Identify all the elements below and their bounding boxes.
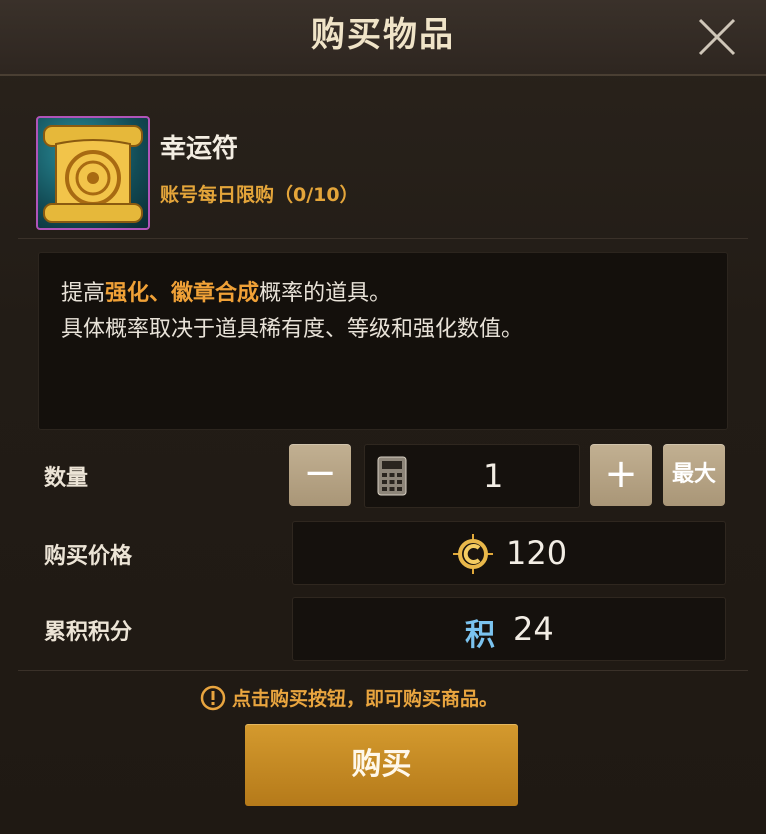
purchase-limit: 账号每日限购（0/10）	[160, 184, 359, 206]
decrease-quantity-button[interactable]: −	[289, 444, 351, 506]
description-highlight: 徽章合成	[171, 281, 260, 306]
plus-icon: +	[604, 451, 638, 497]
divider	[18, 670, 748, 671]
price-value: 120	[506, 534, 568, 572]
minus-icon: −	[303, 450, 337, 496]
price-display: 120	[292, 521, 726, 585]
item-name: 幸运符	[160, 134, 239, 164]
buy-button-label: 购买	[351, 747, 412, 782]
buy-button[interactable]: 购买	[245, 724, 518, 806]
points-icon: 积	[465, 618, 495, 653]
item-description: 提高强化、徽章合成概率的道具。 具体概率取决于道具稀有度、等级和强化数值。	[38, 252, 728, 430]
description-highlight: 强化	[105, 281, 150, 306]
purchase-dialog: 购买物品 幸运符 账号每日限购（0/10） 提高强化、徽章合成概率的道具。 具体…	[0, 0, 766, 834]
calculator-icon	[377, 456, 407, 496]
description-text: 概率的道具。	[259, 281, 392, 306]
description-separator: 、	[149, 281, 172, 306]
item-info: 幸运符 账号每日限购（0/10）	[18, 104, 748, 239]
max-quantity-button[interactable]: 最大	[663, 444, 725, 506]
quantity-label: 数量	[44, 466, 89, 491]
increase-quantity-button[interactable]: +	[590, 444, 652, 506]
quantity-input[interactable]: 1	[364, 444, 580, 508]
notice-text: 点击购买按钮，即可购买商品。	[232, 688, 499, 710]
quantity-value: 1	[483, 457, 504, 495]
points-display: 积 24	[292, 597, 726, 661]
description-line-1: 提高强化、徽章合成概率的道具。	[61, 275, 391, 307]
dialog-titlebar: 购买物品	[0, 0, 766, 76]
lucky-charm-scroll-icon	[36, 116, 150, 230]
points-label: 累积积分	[44, 620, 133, 645]
dialog-title: 购买物品	[311, 15, 455, 55]
description-text: 提高	[61, 281, 106, 306]
price-label: 购买价格	[44, 544, 133, 569]
gold-coin-icon	[453, 534, 493, 574]
points-value: 24	[513, 610, 554, 648]
max-label: 最大	[671, 462, 716, 487]
exclamation-circle-icon	[200, 685, 226, 711]
purchase-notice: 点击购买按钮，即可购买商品。	[200, 684, 498, 711]
close-button[interactable]	[694, 14, 740, 60]
description-line-2: 具体概率取决于道具稀有度、等级和强化数值。	[61, 317, 524, 342]
close-icon	[698, 18, 736, 56]
